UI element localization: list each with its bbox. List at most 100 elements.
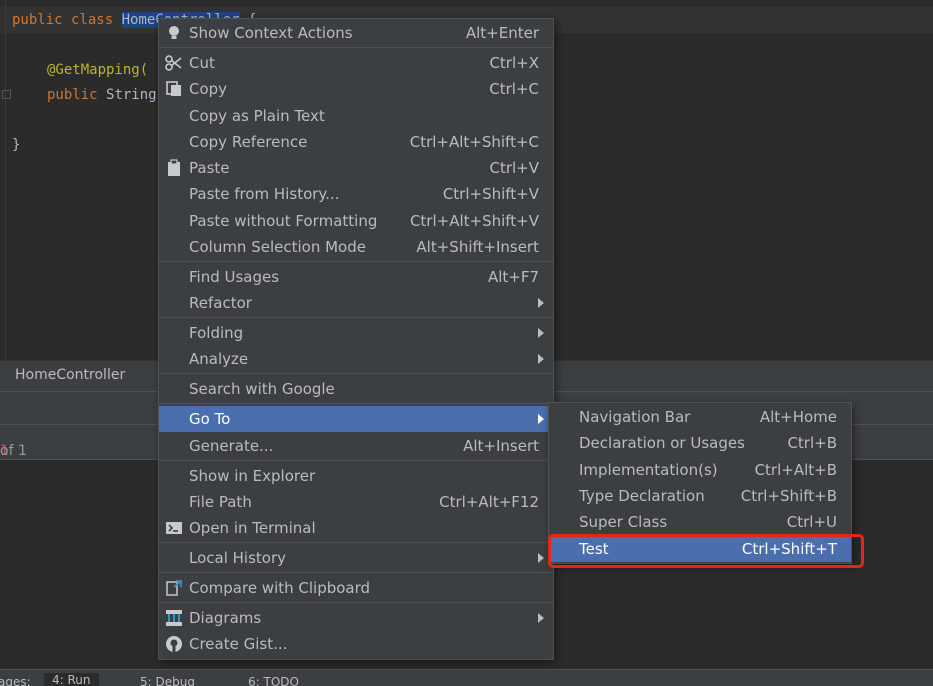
- menu-paste[interactable]: Paste Ctrl+V: [159, 155, 553, 181]
- submenu-arrow-icon: [538, 553, 544, 563]
- menu-separator: [159, 261, 553, 262]
- menu-label: Type Declaration: [579, 487, 705, 505]
- menu-shortcut: Ctrl+Shift+B: [740, 487, 837, 505]
- clipboard-icon: [168, 159, 180, 176]
- menu-separator: [159, 317, 553, 318]
- menu-column-selection-mode[interactable]: Column Selection Mode Alt+Shift+Insert: [159, 234, 553, 260]
- menu-show-in-explorer[interactable]: Show in Explorer: [159, 463, 553, 489]
- keyword: public class: [12, 12, 122, 28]
- submenu-super-class[interactable]: Super Class Ctrl+U: [549, 509, 851, 535]
- submenu-implementations[interactable]: Implementation(s) Ctrl+Alt+B: [549, 457, 851, 483]
- submenu-navigation-bar[interactable]: Navigation Bar Alt+Home: [549, 404, 851, 430]
- menu-find-usages[interactable]: Find Usages Alt+F7: [159, 264, 553, 290]
- menu-generate[interactable]: Generate... Alt+Insert: [159, 433, 553, 459]
- menu-refactor[interactable]: Refactor: [159, 290, 553, 316]
- menu-local-history[interactable]: Local History: [159, 545, 553, 571]
- menu-shortcut: Ctrl+U: [786, 513, 837, 531]
- annotation: @GetMapping(: [47, 62, 149, 78]
- menu-shortcut: Ctrl+C: [489, 80, 539, 98]
- menu-label: Local History: [189, 549, 287, 567]
- menu-label: Implementation(s): [579, 461, 718, 479]
- tab-debug[interactable]: 5: Debug: [140, 675, 195, 686]
- type-name: String: [106, 87, 157, 103]
- submenu-type-declaration[interactable]: Type Declaration Ctrl+Shift+B: [549, 483, 851, 509]
- menu-label: Go To: [189, 410, 231, 428]
- menu-label: Paste: [189, 159, 230, 177]
- copy-icon: [166, 81, 181, 96]
- menu-diagrams[interactable]: Diagrams: [159, 605, 553, 631]
- menu-shortcut: Ctrl+B: [787, 434, 837, 452]
- submenu-declaration-or-usages[interactable]: Declaration or Usages Ctrl+B: [549, 430, 851, 456]
- tab-todo[interactable]: 6: TODO: [248, 675, 299, 686]
- gutter-line: [5, 0, 6, 360]
- menu-label: Copy Reference: [189, 133, 308, 151]
- submenu-arrow-icon: [538, 298, 544, 308]
- code-line-annotation: @GetMapping(: [47, 60, 148, 80]
- menu-analyze[interactable]: Analyze: [159, 346, 553, 372]
- menu-label: Refactor: [189, 294, 252, 312]
- menu-shortcut: Alt+Home: [759, 408, 837, 426]
- diagram-icon: [166, 610, 182, 626]
- menu-copy[interactable]: Copy Ctrl+C: [159, 76, 553, 102]
- fold-marker-icon[interactable]: [2, 90, 11, 99]
- menu-create-gist[interactable]: Create Gist...: [159, 631, 553, 657]
- menu-go-to[interactable]: Go To: [159, 406, 553, 432]
- menu-paste-from-history[interactable]: Paste from History... Ctrl+Shift+V: [159, 181, 553, 207]
- menu-label: Paste from History...: [189, 185, 340, 203]
- menu-separator: [159, 572, 553, 573]
- menu-label: Cut: [189, 54, 215, 72]
- menu-shortcut: Ctrl+Alt+B: [754, 461, 837, 479]
- menu-cut[interactable]: Cut Ctrl+X: [159, 50, 553, 76]
- compare-icon: [166, 580, 182, 596]
- submenu-arrow-icon: [538, 613, 544, 623]
- menu-label: Create Gist...: [189, 635, 288, 653]
- menu-label: Column Selection Mode: [189, 238, 366, 256]
- menu-shortcut: Ctrl+V: [489, 159, 539, 177]
- menu-shortcut: Ctrl+Alt+Shift+V: [409, 212, 539, 230]
- menu-file-path[interactable]: File Path Ctrl+Alt+F12: [159, 489, 553, 515]
- submenu-arrow-icon: [538, 414, 544, 424]
- run-config-title: HomeController: [15, 367, 126, 383]
- menu-label: Paste without Formatting: [189, 212, 378, 230]
- menu-separator: [159, 602, 553, 603]
- code-line-closing-brace: }: [12, 137, 21, 153]
- menu-label: Super Class: [579, 513, 668, 531]
- tab-run[interactable]: 4: Run: [44, 673, 99, 686]
- menu-label: Open in Terminal: [189, 519, 316, 537]
- github-icon: [166, 636, 182, 652]
- menu-label: Copy as Plain Text: [189, 107, 325, 125]
- menu-label: Folding: [189, 324, 244, 342]
- menu-copy-reference[interactable]: Copy Reference Ctrl+Alt+Shift+C: [159, 129, 553, 155]
- menu-copy-plain-text[interactable]: Copy as Plain Text: [159, 103, 553, 129]
- menu-label: Generate...: [189, 437, 274, 455]
- terminal-icon: [166, 522, 182, 534]
- menu-folding[interactable]: Folding: [159, 320, 553, 346]
- bottom-left-fragment: ages:: [0, 675, 31, 686]
- menu-shortcut: Alt+Enter: [465, 24, 539, 42]
- menu-shortcut: Ctrl+Alt+Shift+C: [409, 133, 539, 151]
- menu-label: Compare with Clipboard: [189, 579, 371, 597]
- menu-separator: [159, 47, 553, 48]
- menu-label: Show Context Actions: [189, 24, 353, 42]
- menu-separator: [159, 542, 553, 543]
- tool-window-bar: ages: 4: Run 5: Debug 6: TODO: [0, 669, 933, 686]
- lightbulb-icon: [169, 26, 179, 39]
- menu-shortcut: Ctrl+Alt+F12: [439, 493, 539, 511]
- menu-shortcut: Ctrl+Shift+V: [442, 185, 539, 203]
- menu-compare-with-clipboard[interactable]: Compare with Clipboard: [159, 575, 553, 601]
- menu-search-with-google[interactable]: Search with Google: [159, 376, 553, 402]
- keyword: public: [47, 87, 107, 103]
- menu-label: Declaration or Usages: [579, 434, 745, 452]
- submenu-arrow-icon: [538, 354, 544, 364]
- scissors-icon: [165, 55, 182, 71]
- menu-separator: [159, 460, 553, 461]
- menu-shortcut: Alt+Insert: [463, 437, 539, 455]
- editor-context-menu: Show Context Actions Alt+Enter Cut Ctrl+…: [158, 18, 554, 660]
- menu-label: Navigation Bar: [579, 408, 691, 426]
- menu-open-in-terminal[interactable]: Open in Terminal: [159, 515, 553, 541]
- menu-label: Search with Google: [189, 380, 335, 398]
- menu-show-context-actions[interactable]: Show Context Actions Alt+Enter: [159, 20, 553, 46]
- menu-paste-without-formatting[interactable]: Paste without Formatting Ctrl+Alt+Shift+…: [159, 208, 553, 234]
- menu-separator: [159, 403, 553, 404]
- menu-label: Find Usages: [189, 268, 280, 286]
